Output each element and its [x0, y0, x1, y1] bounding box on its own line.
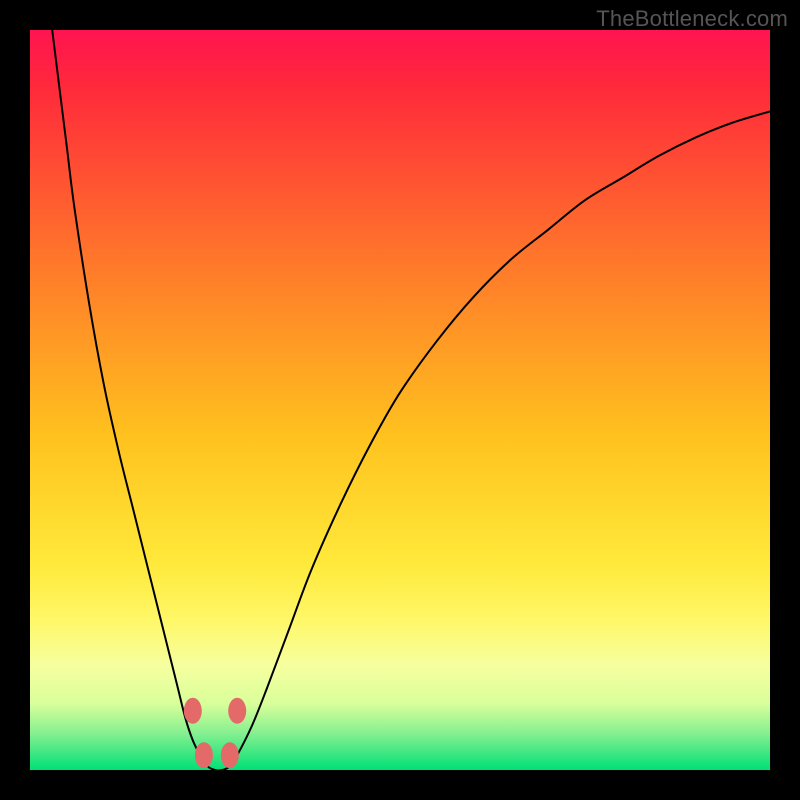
curve-marker [228, 698, 246, 724]
chart-frame: TheBottleneck.com [0, 0, 800, 800]
curve-marker [184, 698, 202, 724]
gradient-background [30, 30, 770, 770]
curve-marker [221, 742, 239, 768]
watermark-text: TheBottleneck.com [596, 6, 788, 32]
curve-marker [195, 742, 213, 768]
chart-svg [30, 30, 770, 770]
plot-area [30, 30, 770, 770]
